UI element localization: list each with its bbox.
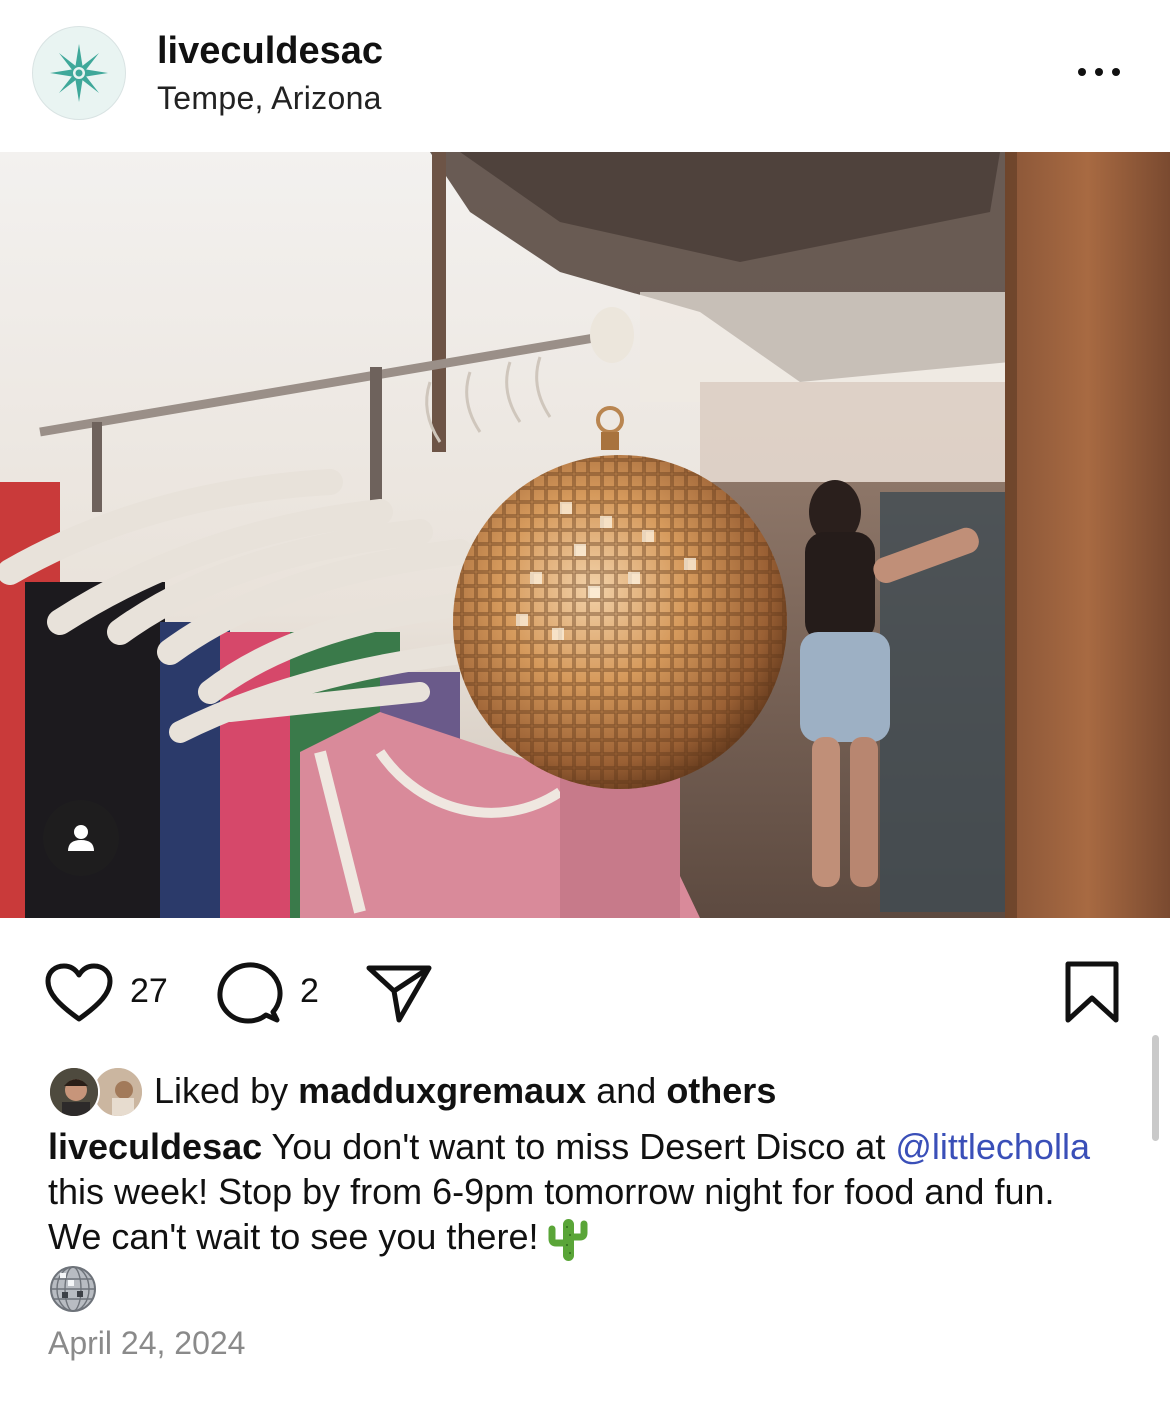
cactus-emoji-icon [548, 1219, 588, 1262]
post-date: April 24, 2024 [48, 1325, 246, 1361]
share-icon[interactable] [364, 962, 434, 1024]
scrollbar[interactable] [1152, 1035, 1159, 1141]
post-actions-bar: 27 2 [0, 918, 1170, 1058]
heart-icon[interactable] [44, 962, 114, 1024]
compass-star-logo-icon [50, 44, 108, 102]
liked-by-row[interactable]: Liked by madduxgremaux and others [48, 1064, 1128, 1120]
bookmark-icon[interactable] [1063, 960, 1121, 1024]
post-photo[interactable] [0, 152, 1170, 918]
more-options-icon[interactable] [1078, 58, 1134, 86]
post-header: liveculdesac Tempe, Arizona [0, 0, 1170, 152]
comment-icon[interactable] [214, 960, 284, 1026]
like-count[interactable]: 27 [130, 972, 168, 1011]
tagged-people-button[interactable] [43, 800, 119, 876]
liked-by-others[interactable]: others [666, 1070, 776, 1111]
liked-by-connector: and [596, 1070, 657, 1111]
post-location[interactable]: Tempe, Arizona [157, 80, 382, 117]
caption-username[interactable]: liveculdesac [48, 1126, 262, 1167]
liked-by-username[interactable]: madduxgremaux [298, 1070, 586, 1111]
caption-mention[interactable]: @littlecholla [895, 1126, 1090, 1167]
person-icon [68, 825, 94, 851]
profile-avatar[interactable] [32, 26, 126, 120]
liker-avatar-1 [48, 1066, 100, 1118]
liked-by-text: Liked by madduxgremaux and others [154, 1070, 776, 1112]
post-caption: liveculdesac You don't want to miss Dese… [48, 1124, 1108, 1314]
disco-ball-emoji-icon [50, 1265, 96, 1312]
caption-text-1: You don't want to miss Desert Disco at [271, 1126, 886, 1167]
comment-count[interactable]: 2 [300, 972, 319, 1011]
post-author-username[interactable]: liveculdesac [157, 30, 383, 73]
liked-by-prefix: Liked by [154, 1070, 289, 1111]
